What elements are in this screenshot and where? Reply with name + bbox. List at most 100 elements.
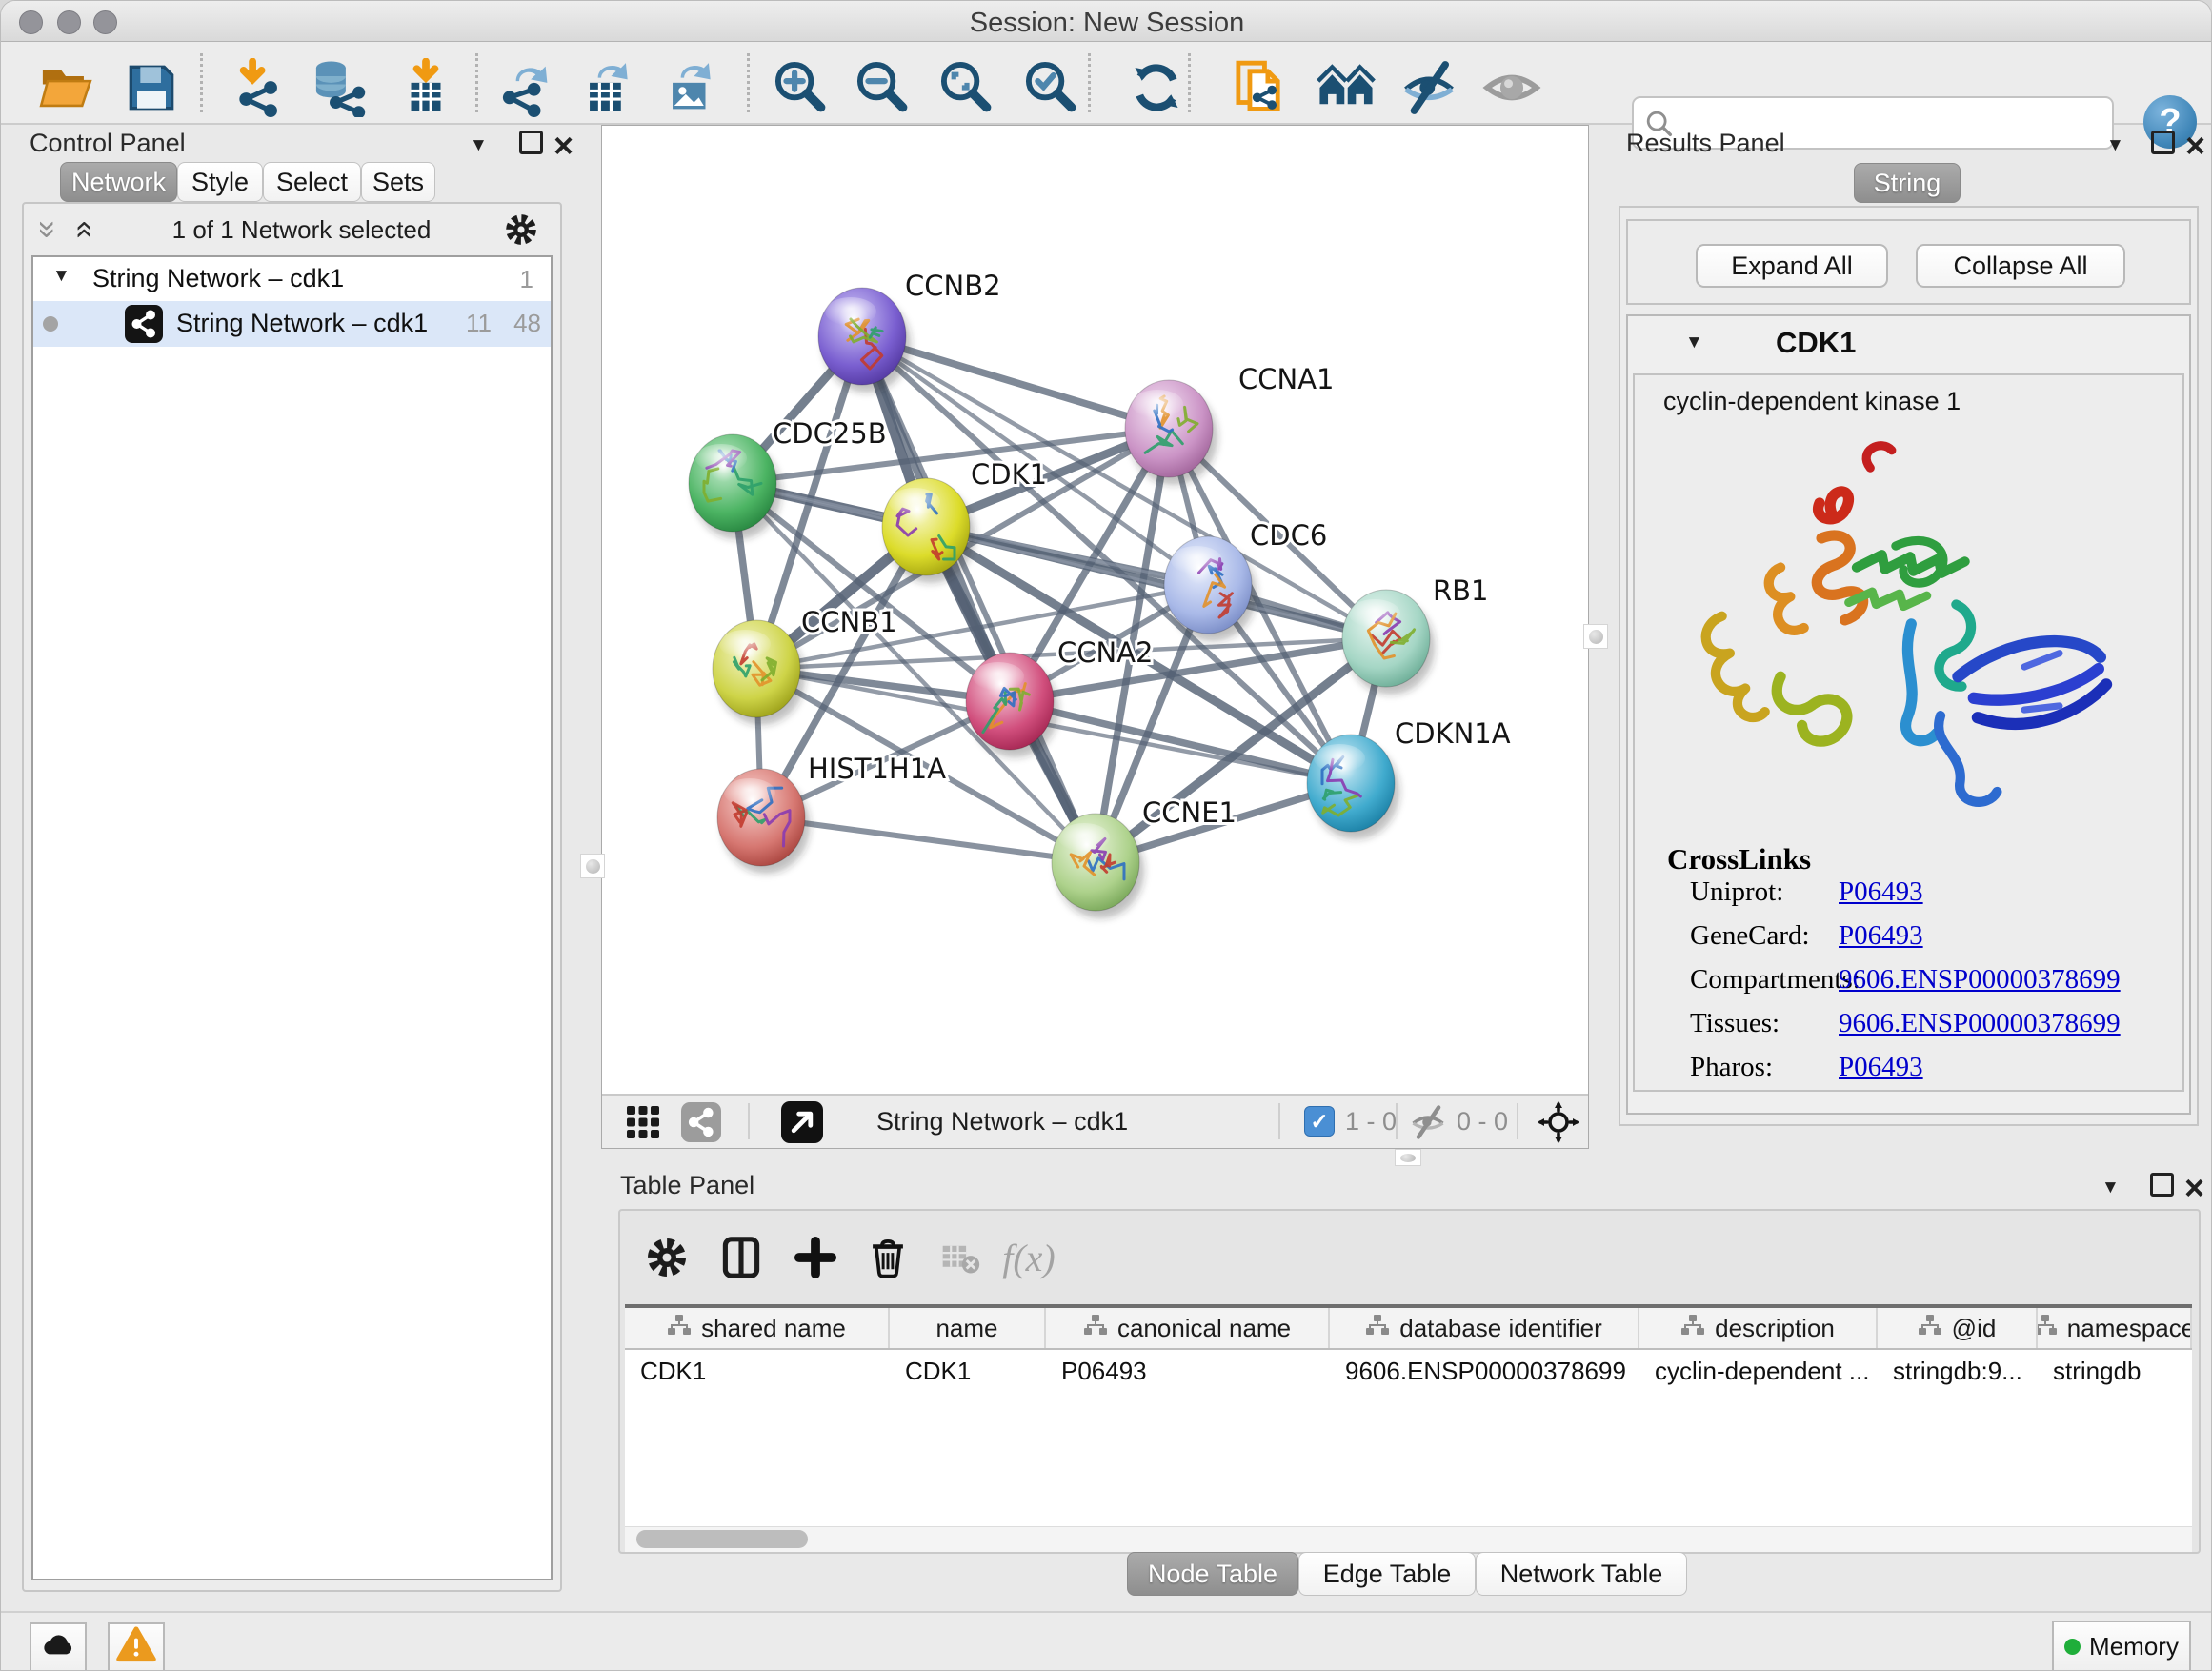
- string-network-badge-icon[interactable]: [681, 1102, 721, 1142]
- node-table[interactable]: shared namenamecanonical namedatabase id…: [625, 1304, 2192, 1552]
- zoom-selected-icon[interactable]: [1017, 53, 1086, 122]
- import-network-database-icon[interactable]: [305, 53, 373, 122]
- hide-selected-eye-slash-icon[interactable]: [1395, 53, 1463, 122]
- hidden-eye-slash-icon[interactable]: [1409, 1103, 1447, 1146]
- warnings-button[interactable]: [108, 1622, 165, 1671]
- table-cell[interactable]: P06493: [1046, 1350, 1330, 1392]
- table-panel-close-icon[interactable]: ×: [2184, 1175, 2204, 1202]
- tab-string[interactable]: String: [1854, 163, 1961, 203]
- column-header-shared-name[interactable]: shared name: [625, 1308, 890, 1348]
- refresh-icon[interactable]: [1122, 53, 1191, 122]
- collapse-all-button[interactable]: Collapse All: [1916, 244, 2125, 288]
- crosslink-link[interactable]: P06493: [1839, 876, 1923, 908]
- network-tree: ▼ String Network – cdk1 1 String Network…: [31, 255, 553, 1580]
- control-panel-menu-icon[interactable]: ▼: [470, 136, 488, 154]
- left-splitter-handle[interactable]: [580, 854, 605, 878]
- zoom-in-icon[interactable]: [767, 53, 835, 122]
- crosslink-link[interactable]: 9606.ENSP00000378699: [1839, 1008, 2121, 1039]
- column-header-description[interactable]: description: [1639, 1308, 1878, 1348]
- expand-all-icon[interactable]: »: [66, 221, 98, 239]
- results-panel-close-icon[interactable]: ×: [2185, 132, 2205, 160]
- open-view-icon[interactable]: [781, 1101, 823, 1143]
- tab-edge-table[interactable]: Edge Table: [1298, 1552, 1476, 1596]
- crosslink-link[interactable]: P06493: [1839, 1052, 1923, 1083]
- column-type-icon: [667, 1314, 692, 1343]
- network-node-rb1[interactable]: RB1: [1342, 574, 1489, 695]
- application-window: Session: New Session: [0, 0, 2212, 1671]
- bottom-splitter-handle[interactable]: [1395, 1149, 1421, 1166]
- delete-column-trash-icon[interactable]: [858, 1228, 917, 1287]
- clone-network-icon[interactable]: [1227, 53, 1296, 122]
- table-panel-menu-icon[interactable]: ▼: [2101, 1178, 2120, 1197]
- collection-expander-icon[interactable]: ▼: [52, 267, 70, 285]
- control-panel-float-icon[interactable]: [519, 131, 543, 154]
- cloud-status-button[interactable]: [30, 1622, 87, 1671]
- control-panel-close-icon[interactable]: ×: [553, 132, 573, 160]
- export-image-icon[interactable]: [656, 53, 725, 122]
- results-panel-menu-icon[interactable]: ▼: [2106, 136, 2124, 154]
- column-header-database-identifier[interactable]: database identifier: [1330, 1308, 1639, 1348]
- tab-style[interactable]: Style: [177, 162, 263, 202]
- selected-checkbox-icon[interactable]: ✓: [1304, 1106, 1335, 1137]
- network-canvas[interactable]: CCNB2CCNA1CDC25BCDK1CDC6RB1CCNB1CCNA2CDK…: [602, 126, 1588, 1096]
- node-gloss: [889, 488, 940, 516]
- tab-network-table[interactable]: Network Table: [1476, 1552, 1687, 1596]
- table-panel-float-icon[interactable]: [2150, 1173, 2174, 1197]
- right-splitter-handle[interactable]: [1583, 624, 1608, 649]
- memory-status-icon: [2064, 1639, 2081, 1655]
- column-header-canonical-name[interactable]: canonical name: [1046, 1308, 1330, 1348]
- tab-select[interactable]: Select: [263, 162, 361, 202]
- table-settings-gear-icon[interactable]: [637, 1228, 696, 1287]
- column-header-name[interactable]: name: [890, 1308, 1046, 1348]
- section-expander-icon[interactable]: ▼: [1685, 333, 1703, 352]
- table-cell[interactable]: 9606.ENSP00000378699: [1330, 1350, 1639, 1392]
- scrollbar-thumb[interactable]: [636, 1530, 808, 1548]
- export-table-icon[interactable]: [573, 53, 642, 122]
- column-header--id[interactable]: @id: [1878, 1308, 2038, 1348]
- tab-network[interactable]: Network: [60, 162, 177, 202]
- table-row[interactable]: CDK1CDK1P064939606.ENSP00000378699cyclin…: [625, 1350, 2192, 1392]
- table-cell[interactable]: cyclin-dependent ...: [1639, 1350, 1878, 1392]
- center-view-crosshair-icon[interactable]: [1538, 1101, 1579, 1148]
- column-header-namespace[interactable]: namespace: [2038, 1308, 2192, 1348]
- network-edge[interactable]: [761, 817, 1096, 862]
- table-cell[interactable]: stringdb:9...: [1878, 1350, 2038, 1392]
- show-columns-icon[interactable]: [712, 1228, 771, 1287]
- zoom-out-icon[interactable]: [849, 53, 917, 122]
- collapse-all-icon[interactable]: »: [31, 221, 64, 239]
- network-node-hist1h1a[interactable]: HIST1H1A: [717, 753, 946, 874]
- network-node-cdkn1a[interactable]: CDKN1A: [1307, 717, 1511, 839]
- network-label: String Network – cdk1: [176, 309, 428, 338]
- network-row-selected[interactable]: String Network – cdk1 11 48: [33, 301, 551, 347]
- tab-sets[interactable]: Sets: [361, 162, 435, 202]
- crosslink-link[interactable]: P06493: [1839, 920, 1923, 952]
- open-session-icon[interactable]: [31, 53, 100, 122]
- apply-layout-houses-icon[interactable]: [1312, 53, 1380, 122]
- network-node-cdc6[interactable]: CDC6: [1164, 519, 1327, 641]
- network-node-ccnb2[interactable]: CCNB2: [818, 270, 1001, 393]
- network-node-ccna1[interactable]: CCNA1: [1125, 363, 1334, 485]
- import-network-file-icon[interactable]: [225, 53, 293, 122]
- tab-node-table[interactable]: Node Table: [1127, 1552, 1298, 1596]
- add-column-plus-icon[interactable]: [786, 1228, 845, 1287]
- export-network-icon[interactable]: [492, 53, 560, 122]
- zoom-fit-icon[interactable]: [933, 53, 1001, 122]
- table-cell[interactable]: CDK1: [890, 1350, 1046, 1392]
- results-panel-float-icon[interactable]: [2151, 131, 2175, 154]
- network-collection-row[interactable]: ▼ String Network – cdk1 1: [33, 259, 551, 301]
- birds-eye-view-icon[interactable]: [624, 1103, 662, 1146]
- save-session-icon[interactable]: [117, 53, 186, 122]
- expand-all-button[interactable]: Expand All: [1696, 244, 1888, 288]
- toolbar-separator: [1088, 53, 1091, 112]
- table-horizontal-scrollbar[interactable]: [625, 1526, 2192, 1552]
- network-options-gear-icon[interactable]: [503, 211, 539, 252]
- network-node-ccne1[interactable]: CCNE1: [1052, 796, 1237, 918]
- show-all-eye-icon[interactable]: [1478, 53, 1546, 122]
- table-cell[interactable]: CDK1: [625, 1350, 890, 1392]
- network-view[interactable]: CCNB2CCNA1CDC25BCDK1CDC6RB1CCNB1CCNA2CDK…: [601, 125, 1589, 1149]
- table-cell[interactable]: stringdb: [2038, 1350, 2192, 1392]
- crosslink-link[interactable]: 9606.ENSP00000378699: [1839, 964, 2121, 996]
- memory-button[interactable]: Memory: [2052, 1621, 2191, 1671]
- cloud-icon: [38, 1625, 78, 1670]
- import-table-file-icon[interactable]: [392, 53, 460, 122]
